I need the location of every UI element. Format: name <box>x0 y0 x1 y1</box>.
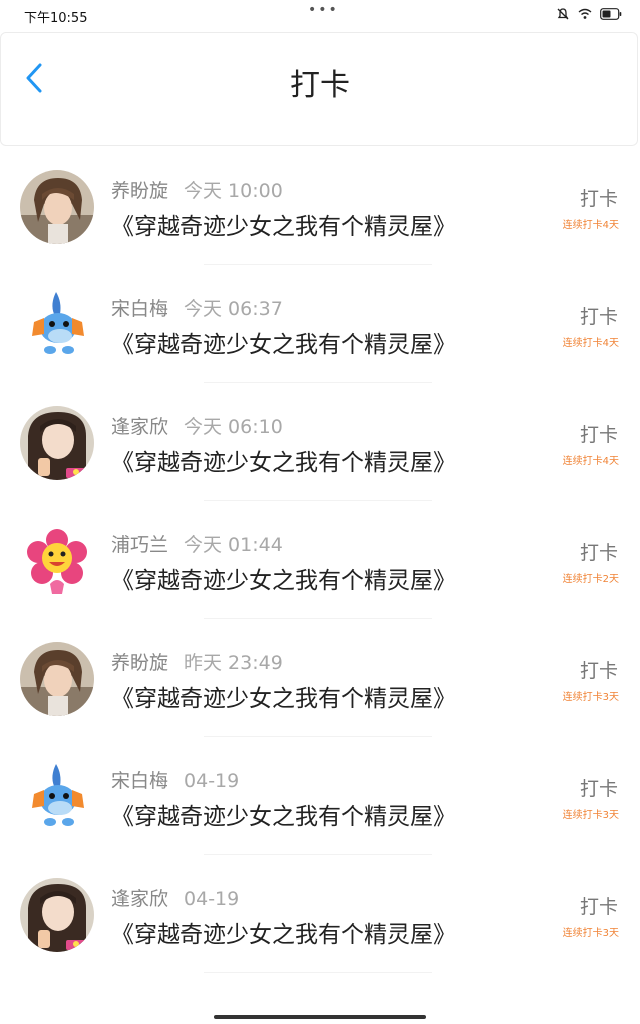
list-item[interactable]: 养盼旋 今天 10:00 《穿越奇迹少女之我有个精灵屋》 打卡 连续打卡4天 <box>0 150 640 268</box>
post-time: 今天 10:00 <box>184 180 283 202</box>
divider <box>204 736 432 737</box>
post-time: 今天 01:44 <box>184 534 283 556</box>
streak-label: 连续打卡3天 <box>562 810 619 821</box>
avatar[interactable] <box>20 642 94 716</box>
avatar[interactable] <box>20 288 94 362</box>
user-line: 浦巧兰 今天 01:44 <box>111 530 283 557</box>
avatar[interactable] <box>20 406 94 480</box>
book-title[interactable]: 《穿越奇迹少女之我有个精灵屋》 <box>111 915 456 949</box>
book-title[interactable]: 《穿越奇迹少女之我有个精灵屋》 <box>111 679 456 713</box>
list-item[interactable]: 宋白梅 今天 06:37 《穿越奇迹少女之我有个精灵屋》 打卡 连续打卡4天 <box>0 268 640 386</box>
streak-label: 连续打卡4天 <box>562 338 619 349</box>
list-item[interactable]: 浦巧兰 今天 01:44 《穿越奇迹少女之我有个精灵屋》 打卡 连续打卡2天 <box>0 504 640 622</box>
mute-icon <box>556 7 570 21</box>
page-title: 打卡 <box>290 68 350 103</box>
checkin-button[interactable]: 打卡 <box>580 302 618 329</box>
streak-label: 连续打卡3天 <box>562 928 619 939</box>
status-icons <box>556 7 622 21</box>
streak-label: 连续打卡4天 <box>562 220 619 231</box>
checkin-button[interactable]: 打卡 <box>580 420 618 447</box>
user-name[interactable]: 逢家欣 <box>111 888 168 910</box>
user-name[interactable]: 宋白梅 <box>111 298 168 320</box>
multitask-dots[interactable]: ••• <box>308 2 339 18</box>
avatar[interactable] <box>20 760 94 834</box>
divider <box>204 264 432 265</box>
post-time: 今天 06:37 <box>184 298 283 320</box>
book-title[interactable]: 《穿越奇迹少女之我有个精灵屋》 <box>111 443 456 477</box>
streak-label: 连续打卡2天 <box>562 574 619 585</box>
user-name[interactable]: 浦巧兰 <box>111 534 168 556</box>
divider <box>204 382 432 383</box>
book-title[interactable]: 《穿越奇迹少女之我有个精灵屋》 <box>111 797 456 831</box>
status-bar: 下午10:55 ••• <box>0 0 640 32</box>
user-name[interactable]: 养盼旋 <box>111 180 168 202</box>
list-item[interactable]: 养盼旋 昨天 23:49 《穿越奇迹少女之我有个精灵屋》 打卡 连续打卡3天 <box>0 622 640 740</box>
home-indicator <box>214 1015 426 1019</box>
post-time: 04-19 <box>184 888 240 910</box>
list-item[interactable]: 宋白梅 04-19 《穿越奇迹少女之我有个精灵屋》 打卡 连续打卡3天 <box>0 740 640 858</box>
user-line: 养盼旋 今天 10:00 <box>111 176 283 203</box>
post-time: 昨天 23:49 <box>184 652 283 674</box>
book-title[interactable]: 《穿越奇迹少女之我有个精灵屋》 <box>111 207 456 241</box>
streak-label: 连续打卡4天 <box>562 456 619 467</box>
list-item[interactable]: 逢家欣 今天 06:10 《穿越奇迹少女之我有个精灵屋》 打卡 连续打卡4天 <box>0 386 640 504</box>
checkin-button[interactable]: 打卡 <box>580 774 618 801</box>
user-line: 逢家欣 今天 06:10 <box>111 412 283 439</box>
checkin-button[interactable]: 打卡 <box>580 892 618 919</box>
avatar[interactable] <box>20 524 94 598</box>
post-time: 今天 06:10 <box>184 416 283 438</box>
user-line: 养盼旋 昨天 23:49 <box>111 648 283 675</box>
user-line: 宋白梅 04-19 <box>111 766 239 793</box>
user-name[interactable]: 逢家欣 <box>111 416 168 438</box>
post-time: 04-19 <box>184 770 240 792</box>
avatar[interactable] <box>20 878 94 952</box>
divider <box>204 618 432 619</box>
battery-icon <box>600 8 622 20</box>
list-item[interactable]: 逢家欣 04-19 《穿越奇迹少女之我有个精灵屋》 打卡 连续打卡3天 <box>0 858 640 976</box>
avatar[interactable] <box>20 170 94 244</box>
user-name[interactable]: 宋白梅 <box>111 770 168 792</box>
wifi-icon <box>578 8 592 20</box>
divider <box>204 500 432 501</box>
book-title[interactable]: 《穿越奇迹少女之我有个精灵屋》 <box>111 325 456 359</box>
streak-label: 连续打卡3天 <box>562 692 619 703</box>
divider <box>204 972 432 973</box>
divider <box>204 854 432 855</box>
checkin-list: 养盼旋 今天 10:00 《穿越奇迹少女之我有个精灵屋》 打卡 连续打卡4天 宋白… <box>0 150 640 976</box>
book-title[interactable]: 《穿越奇迹少女之我有个精灵屋》 <box>111 561 456 595</box>
status-time: 下午10:55 <box>24 11 88 26</box>
checkin-button[interactable]: 打卡 <box>580 184 618 211</box>
user-name[interactable]: 养盼旋 <box>111 652 168 674</box>
user-line: 宋白梅 今天 06:37 <box>111 294 283 321</box>
user-line: 逢家欣 04-19 <box>111 884 239 911</box>
checkin-button[interactable]: 打卡 <box>580 656 618 683</box>
checkin-button[interactable]: 打卡 <box>580 538 618 565</box>
